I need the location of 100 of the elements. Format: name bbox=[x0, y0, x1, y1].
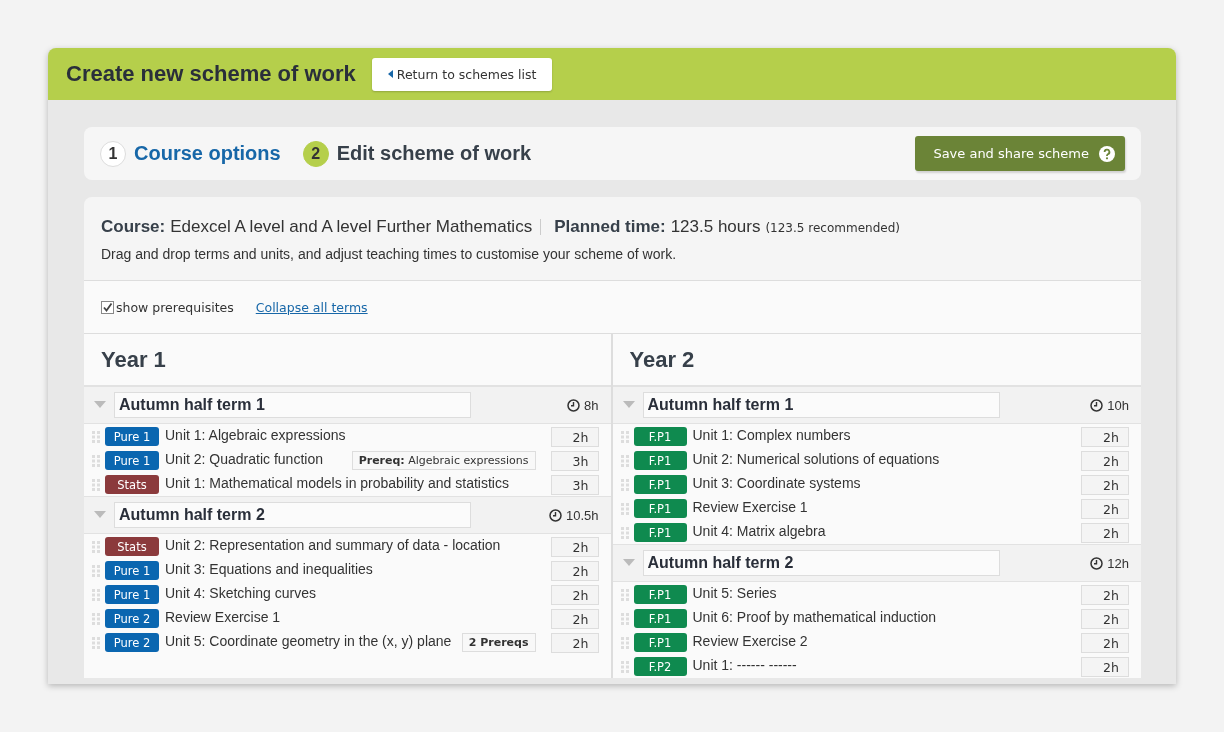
prerequisite-tag[interactable]: Prereq: Algebraic expressions bbox=[351, 451, 536, 470]
recommended-time: (123.5 recommended) bbox=[765, 221, 900, 235]
unit-title: Unit 2: Quadratic function bbox=[164, 451, 324, 468]
drag-handle-icon bbox=[620, 503, 629, 515]
drag-handle-icon bbox=[620, 431, 629, 443]
caret-icon bbox=[387, 70, 393, 78]
time-field[interactable]: 2h bbox=[1081, 633, 1129, 653]
unit-title: Unit 5: Series bbox=[691, 585, 778, 602]
term-title-field[interactable]: Autumn half term 1 bbox=[642, 392, 1000, 418]
unit-title: Unit 1: Algebraic expressions bbox=[164, 427, 347, 444]
time-field[interactable]: 2h bbox=[1081, 585, 1129, 605]
back-button[interactable]: Return to schemes list bbox=[371, 57, 553, 91]
caret-icon[interactable] bbox=[94, 511, 106, 519]
unit-tag: F.P1 bbox=[633, 633, 687, 652]
time-field[interactable]: 2h bbox=[550, 561, 599, 581]
time-field[interactable]: 2h bbox=[550, 427, 599, 447]
checkbox[interactable] bbox=[101, 300, 114, 314]
time-field[interactable]: 2h bbox=[1081, 609, 1129, 629]
collapse-link[interactable]: Collapse all terms bbox=[255, 299, 368, 315]
term-hours: 10.5h bbox=[565, 507, 599, 523]
drag-handle-icon bbox=[92, 541, 100, 553]
step-link[interactable]: Course options bbox=[134, 142, 281, 165]
drag-handle-icon bbox=[92, 479, 100, 491]
unit-tag: F.P2 bbox=[633, 657, 687, 676]
unit-tag: Stats bbox=[105, 475, 159, 494]
drag-handle-icon bbox=[620, 661, 629, 673]
time-field[interactable]: 2h bbox=[550, 537, 599, 557]
instructions-text: Drag and drop terms and units, and adjust teaching times to customise your scheme of work. bbox=[101, 246, 678, 262]
time-field[interactable]: 3h bbox=[550, 451, 599, 471]
drag-handle-icon bbox=[620, 613, 629, 625]
unit-title: Unit 2: Representation and summary of data - location bbox=[164, 537, 502, 554]
step-number: 1 bbox=[100, 140, 126, 167]
clock-icon bbox=[548, 508, 562, 522]
caret-icon[interactable] bbox=[94, 401, 106, 409]
unit-tag: Pure 1 bbox=[105, 585, 159, 604]
unit-tag: F.P1 bbox=[633, 609, 687, 628]
unit-title: Unit 4: Matrix algebra bbox=[691, 523, 827, 540]
drag-handle-icon bbox=[92, 589, 100, 601]
unit-tag: Pure 1 bbox=[105, 561, 159, 580]
checkbox-label: show prerequisites bbox=[116, 299, 234, 315]
time-field[interactable]: 2h bbox=[1081, 475, 1129, 495]
unit-title: Unit 3: Equations and inequalities bbox=[164, 561, 374, 578]
page-title: Create new scheme of work bbox=[66, 61, 356, 87]
unit-tag: F.P1 bbox=[633, 499, 687, 518]
drag-handle-icon bbox=[92, 637, 100, 649]
prerequisite-tag[interactable]: 2 Prereqs bbox=[461, 633, 536, 652]
drag-handle-icon bbox=[620, 527, 629, 539]
planned-time-label: Planned time: bbox=[554, 217, 666, 237]
time-field[interactable]: 2h bbox=[1081, 451, 1129, 471]
course-label: Course: bbox=[101, 217, 166, 237]
clock-icon bbox=[1090, 398, 1104, 412]
unit-tag: F.P1 bbox=[633, 451, 687, 470]
term-title-field[interactable]: Autumn half term 2 bbox=[642, 550, 1000, 576]
time-field[interactable]: 2h bbox=[550, 609, 599, 629]
time-field[interactable]: 2h bbox=[1081, 657, 1129, 677]
drag-handle-icon bbox=[620, 589, 629, 601]
drag-handle-icon bbox=[92, 455, 100, 467]
term-title-field[interactable]: Autumn half term 1 bbox=[114, 392, 471, 418]
unit-tag: F.P1 bbox=[633, 427, 687, 446]
save-button[interactable]: Save and share scheme bbox=[915, 136, 1125, 171]
unit-title: Unit 2: Numerical solutions of equations bbox=[691, 451, 941, 468]
unit-title: Review Exercise 2 bbox=[691, 633, 809, 650]
unit-title: Review Exercise 1 bbox=[164, 609, 282, 626]
drag-handle-icon bbox=[620, 455, 629, 467]
unit-tag: Pure 2 bbox=[105, 633, 159, 652]
unit-tag: Pure 1 bbox=[105, 451, 159, 470]
drag-handle-icon bbox=[620, 479, 629, 491]
unit-tag: F.P1 bbox=[633, 585, 687, 604]
unit-title: Unit 4: Sketching curves bbox=[164, 585, 317, 602]
unit-title: Unit 1: ------ ------ bbox=[691, 657, 798, 674]
clock-icon bbox=[567, 398, 581, 412]
step-label: Edit scheme of work bbox=[336, 142, 532, 165]
unit-tag: Pure 1 bbox=[105, 427, 159, 446]
unit-title: Unit 5: Coordinate geometry in the (x, y) plane bbox=[164, 633, 453, 650]
term-hours: 8h bbox=[584, 397, 599, 413]
caret-icon[interactable] bbox=[622, 559, 635, 567]
planned-time: 123.5 hours bbox=[670, 217, 761, 237]
unit-title: Unit 1: Mathematical models in probability and statistics bbox=[164, 475, 510, 492]
step-number: 2 bbox=[302, 140, 329, 167]
unit-tag: F.P1 bbox=[633, 523, 687, 542]
drag-handle-icon bbox=[92, 613, 100, 625]
unit-title: Unit 1: Complex numbers bbox=[691, 427, 852, 444]
time-field[interactable]: 3h bbox=[550, 475, 599, 495]
drag-handle-icon bbox=[620, 637, 629, 649]
time-field[interactable]: 2h bbox=[1081, 523, 1129, 543]
term-hours: 12h bbox=[1107, 555, 1129, 571]
time-field[interactable]: 2h bbox=[1081, 499, 1129, 519]
help-icon bbox=[1099, 145, 1115, 162]
time-field[interactable]: 2h bbox=[1081, 427, 1129, 447]
unit-title: Unit 3: Coordinate systems bbox=[691, 475, 862, 492]
term-hours: 10h bbox=[1107, 397, 1129, 413]
time-field[interactable]: 2h bbox=[550, 585, 599, 605]
unit-tag: Pure 2 bbox=[105, 609, 159, 628]
unit-title: Unit 6: Proof by mathematical induction bbox=[691, 609, 938, 626]
unit-tag: Stats bbox=[105, 537, 159, 556]
course-name: Edexcel A level and A level Further Mathematics bbox=[170, 217, 533, 237]
drag-handle-icon bbox=[92, 431, 100, 443]
term-title-field[interactable]: Autumn half term 2 bbox=[114, 502, 471, 528]
time-field[interactable]: 2h bbox=[550, 633, 599, 653]
caret-icon[interactable] bbox=[622, 401, 635, 409]
